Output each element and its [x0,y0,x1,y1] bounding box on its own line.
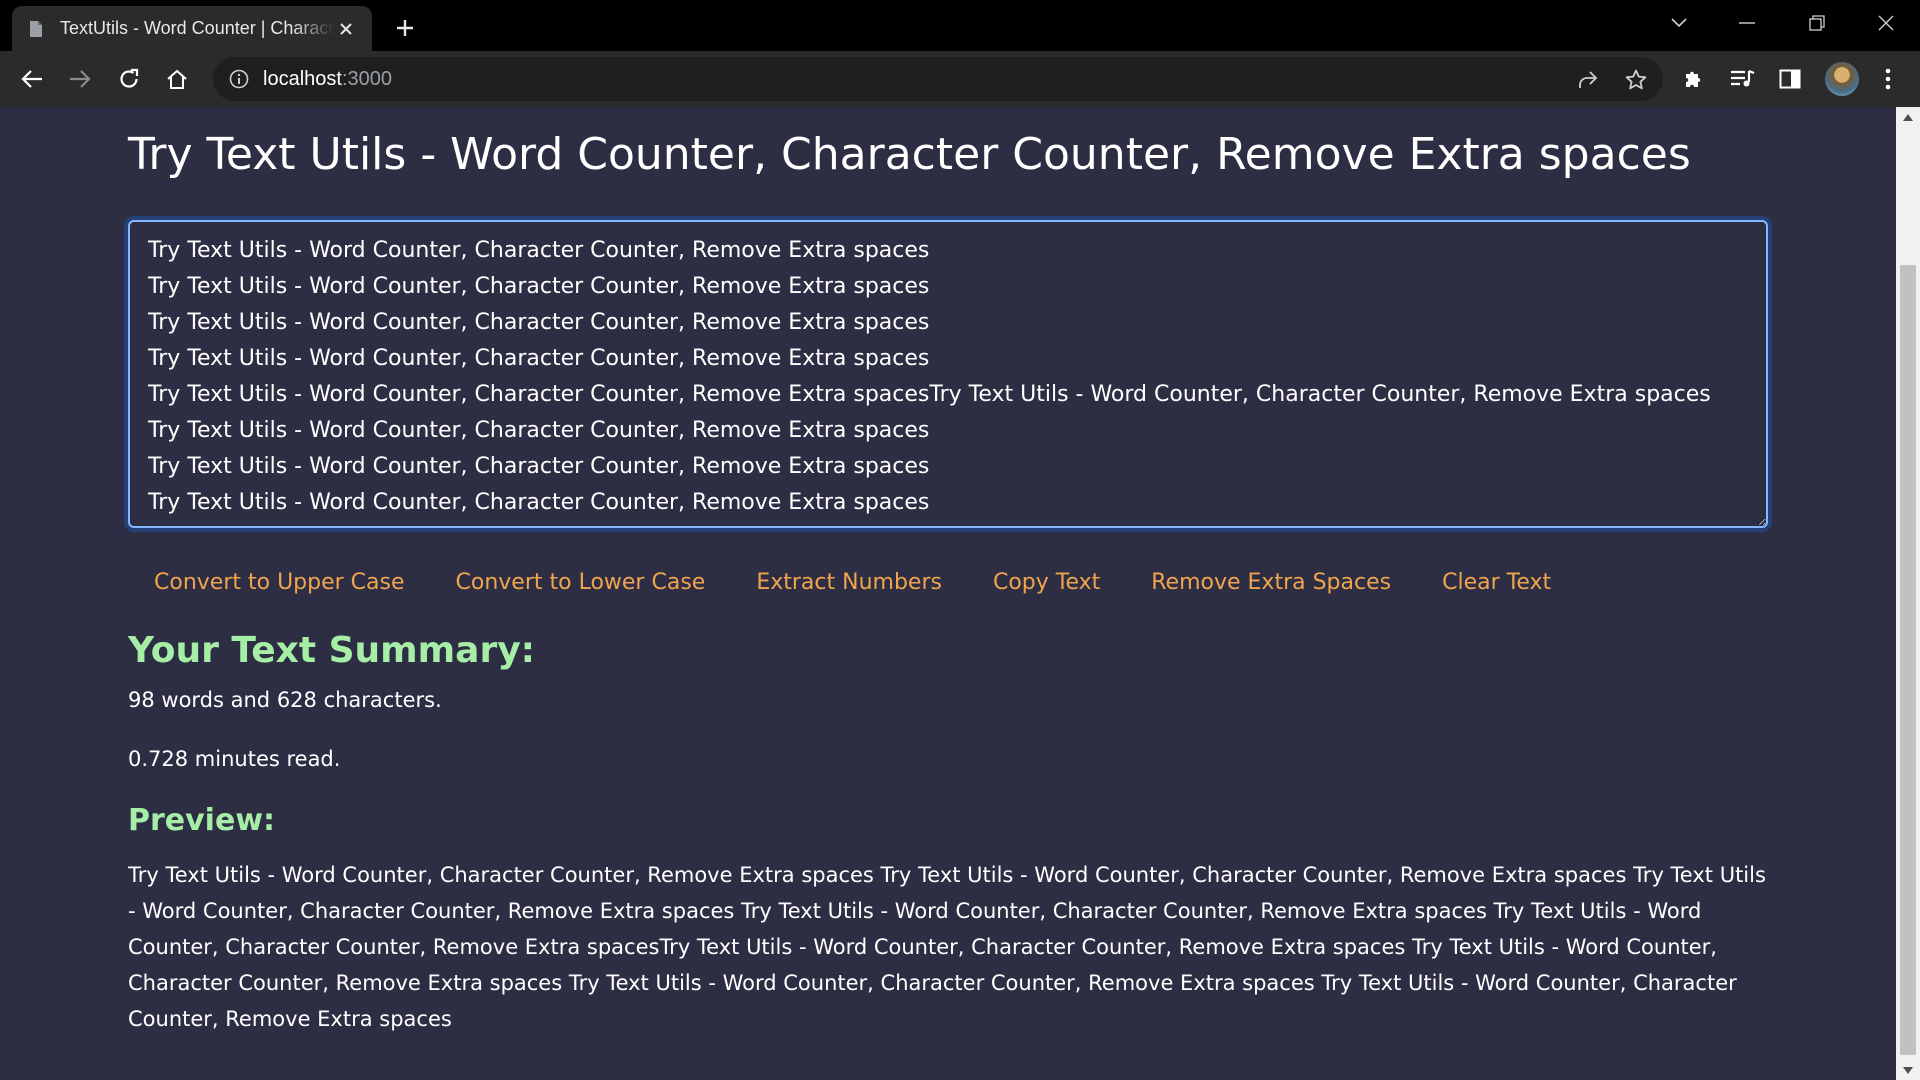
page-title: Try Text Utils - Word Counter, Character… [128,129,1691,180]
scroll-up-icon[interactable] [1896,107,1920,127]
remove-spaces-button[interactable]: Remove Extra Spaces [1131,564,1411,601]
avatar[interactable] [1825,62,1859,96]
close-icon[interactable] [1866,8,1906,38]
tab-title: TextUtils - Word Counter | Character Cou… [60,18,334,38]
browser-tab[interactable]: TextUtils - Word Counter | Character Cou… [12,6,372,51]
share-icon[interactable] [1575,67,1601,93]
forward-arrow-icon[interactable] [64,63,96,95]
close-icon[interactable] [334,17,358,41]
restore-icon[interactable] [1797,8,1837,38]
summary-heading: Your Text Summary: [128,629,536,671]
lower-case-button[interactable]: Convert to Lower Case [436,564,726,601]
page-scrollbar[interactable] [1896,107,1920,1080]
url-text: localhost:3000 [263,67,392,90]
plus-icon[interactable] [390,13,420,43]
read-time: 0.728 minutes read. [128,747,341,772]
browser-toolbar: localhost:3000 [0,51,1920,107]
address-bar[interactable]: localhost:3000 [213,57,1663,101]
preview-heading: Preview: [128,802,276,838]
chevron-down-icon[interactable] [1659,8,1699,38]
info-icon[interactable] [227,67,251,91]
text-input[interactable]: Try Text Utils - Word Counter, Character… [128,219,1768,528]
extract-numbers-button[interactable]: Extract Numbers [736,564,962,601]
copy-text-button[interactable]: Copy Text [973,564,1120,601]
action-buttons: Convert to Upper Case Convert to Lower C… [134,564,1768,601]
minimize-icon[interactable] [1727,8,1767,38]
more-menu-icon[interactable] [1872,63,1904,95]
scroll-down-icon[interactable] [1896,1060,1920,1080]
clear-text-button[interactable]: Clear Text [1422,564,1571,601]
side-panel-icon[interactable] [1774,63,1806,95]
reload-icon[interactable] [113,63,145,95]
main-content: Try Text Utils - Word Counter, Character… [128,107,1768,1037]
home-icon[interactable] [161,63,193,95]
upper-case-button[interactable]: Convert to Upper Case [134,564,425,601]
star-icon[interactable] [1623,67,1649,93]
page-viewport: Try Text Utils - Word Counter, Character… [0,107,1920,1080]
scroll-thumb[interactable] [1900,265,1916,1055]
word-char-count: 98 words and 628 characters. [128,687,442,712]
page-favicon-icon [28,19,44,39]
tab-strip: TextUtils - Word Counter | Character Cou… [0,0,1920,51]
puzzle-icon[interactable] [1678,63,1710,95]
back-arrow-icon[interactable] [16,63,48,95]
media-queue-icon[interactable] [1726,63,1758,95]
preview-text: Try Text Utils - Word Counter, Character… [128,862,1766,1031]
